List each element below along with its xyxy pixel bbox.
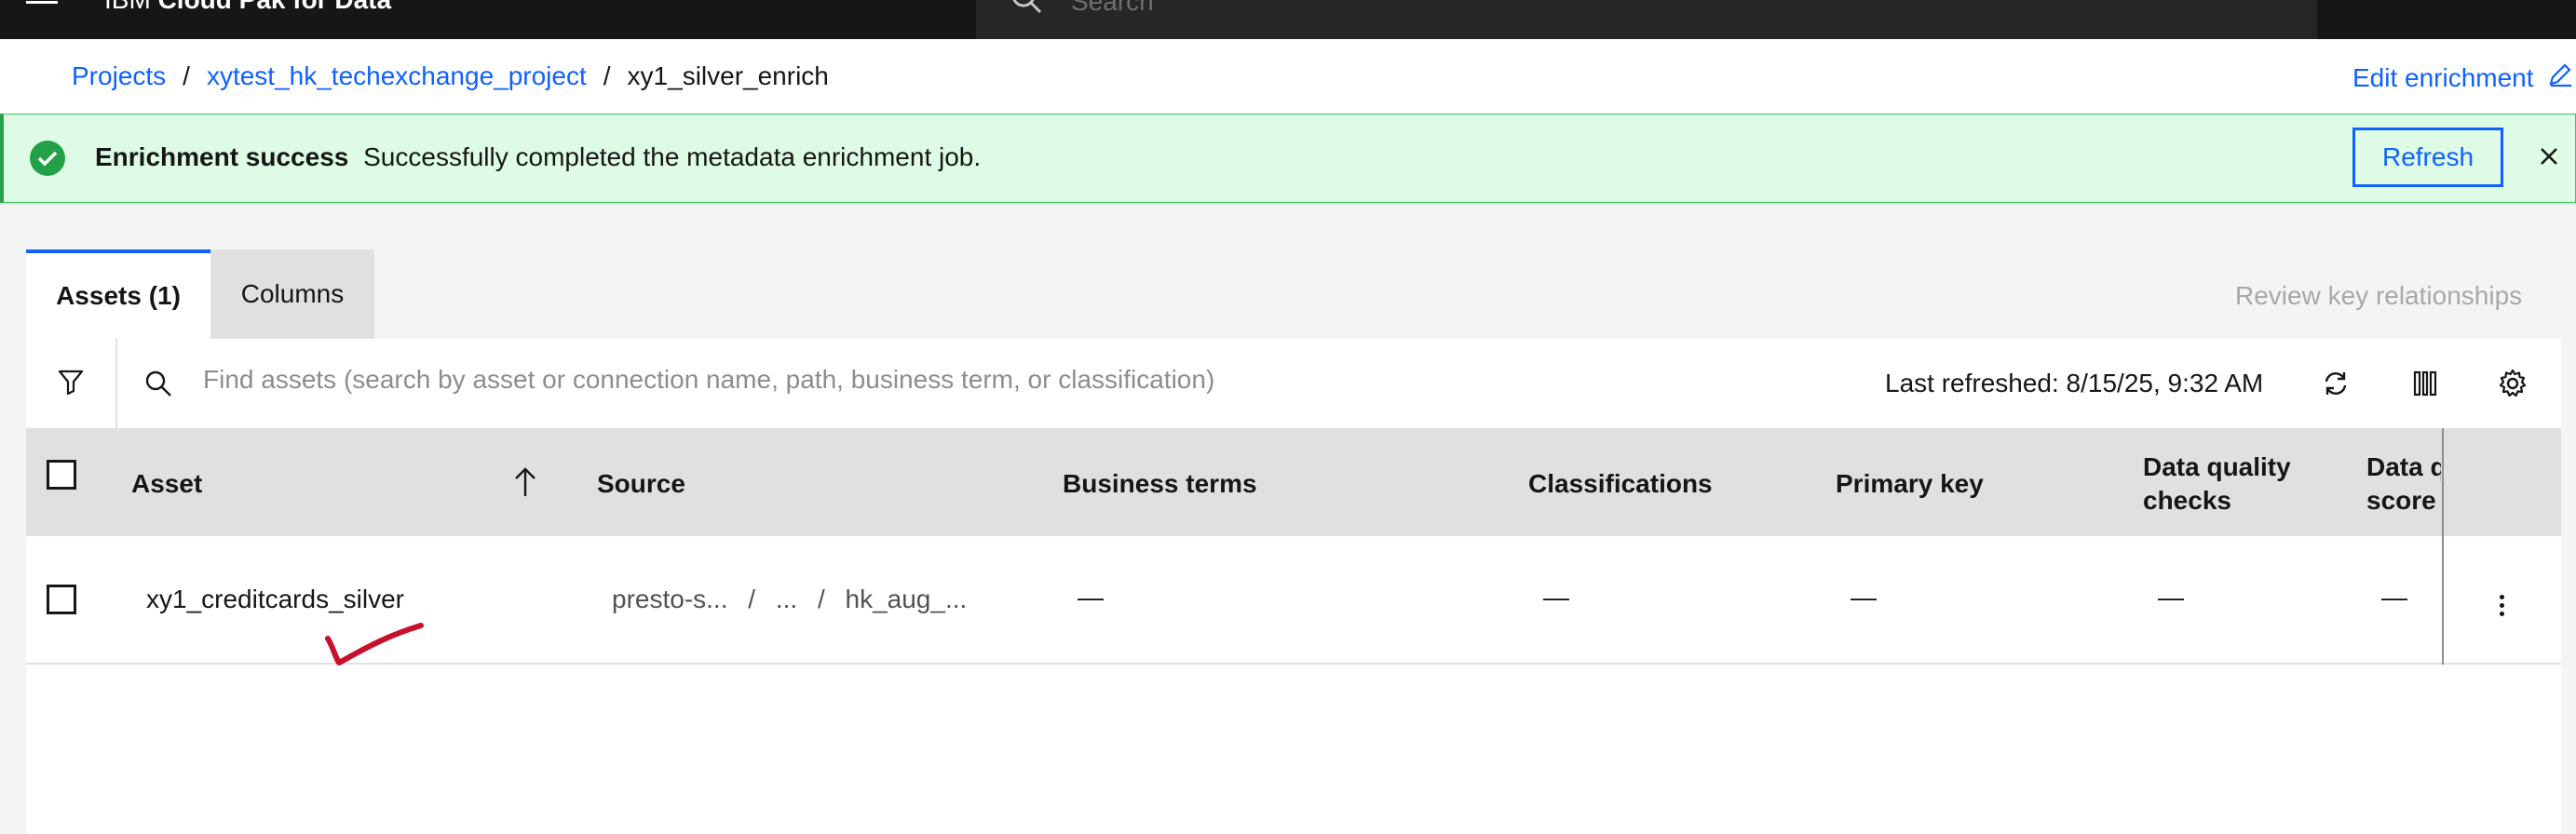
table-header: Asset Source Business terms Classificati… [26, 428, 2561, 536]
notification-title: Enrichment success [95, 142, 349, 171]
asset-search-input[interactable] [203, 365, 1321, 395]
menu-icon[interactable] [26, 0, 60, 7]
sticky-actions-header [2444, 428, 2561, 536]
breadcrumb-projects[interactable]: Projects [72, 61, 166, 91]
overflow-menu-icon[interactable] [2485, 586, 2518, 624]
close-icon[interactable] [2535, 142, 2563, 170]
breadcrumb-current: xy1_silver_enrich [627, 61, 829, 90]
edit-icon [2547, 61, 2573, 94]
source-separator: / [748, 585, 756, 613]
sticky-column-divider [2442, 428, 2444, 665]
column-header-line: Data quality [2143, 452, 2291, 481]
tab-assets[interactable]: Assets (1) [26, 249, 210, 339]
last-refreshed-text: Last refreshed: 8/15/25, 9:32 AM [1885, 369, 2264, 397]
tab-columns[interactable]: Columns [210, 249, 374, 339]
breadcrumb-project[interactable]: xytest_hk_techexchange_project [207, 61, 587, 91]
edit-enrichment-label: Edit enrichment [2352, 62, 2534, 92]
notification-text: Successfully completed the metadata enri… [363, 142, 982, 171]
column-header-line: score [2366, 486, 2436, 515]
success-notification: Enrichment success Successfully complete… [0, 114, 2576, 203]
business-terms-value: — [1078, 583, 1104, 612]
filter-icon [57, 368, 85, 400]
refresh-button[interactable]: Refresh [2352, 128, 2503, 187]
review-key-relationships-link: Review key relationships [2235, 281, 2523, 310]
breadcrumb: Projects / xytest_hk_techexchange_projec… [72, 61, 829, 91]
column-header-line: Data q [2366, 452, 2441, 481]
column-header-dq-score[interactable]: Data q score [2366, 451, 2441, 518]
column-header-asset[interactable]: Asset [131, 467, 202, 501]
breadcrumb-separator: / [183, 61, 190, 90]
asset-name[interactable]: xy1_creditcards_silver [146, 585, 404, 614]
primary-key-value: — [1851, 583, 1877, 612]
asset-search[interactable] [117, 339, 1887, 428]
top-header: IBM Cloud Pak for Data Search [0, 0, 2576, 39]
column-header-source[interactable]: Source [597, 467, 685, 501]
filter-button[interactable] [26, 339, 117, 428]
column-header-primary-key[interactable]: Primary key [1836, 467, 1984, 501]
dq-checks-value: — [2158, 583, 2184, 612]
select-all-checkbox[interactable] [47, 460, 76, 490]
search-icon [1008, 0, 1045, 21]
edit-enrichment-link[interactable]: Edit enrichment [2352, 61, 2573, 94]
breadcrumb-bar: Projects / xytest_hk_techexchange_projec… [0, 39, 2576, 114]
search-icon [143, 369, 173, 403]
table-toolbar: Last refreshed: 8/15/25, 9:32 AM [26, 339, 2561, 428]
brand-prefix: IBM [104, 0, 151, 14]
settings-icon[interactable] [2496, 367, 2529, 400]
source-separator: / [817, 585, 825, 613]
column-header-business-terms[interactable]: Business terms [1063, 467, 1257, 501]
source-path: presto-s... / ... / hk_aug_... [612, 585, 967, 614]
global-search[interactable]: Search [976, 0, 2317, 39]
checkmark-annotation-icon [325, 623, 424, 666]
brand-title[interactable]: IBM Cloud Pak for Data [104, 0, 391, 15]
checkmark-filled-icon [30, 141, 65, 176]
assets-panel: Last refreshed: 8/15/25, 9:32 AM Asset S… [26, 339, 2561, 834]
source-segment: hk_aug_... [845, 585, 968, 613]
row-checkbox[interactable] [47, 585, 76, 614]
refresh-icon[interactable] [2319, 367, 2352, 400]
source-ellipsis-link[interactable]: ... [776, 585, 797, 613]
column-header-line: checks [2143, 486, 2231, 515]
columns-icon[interactable] [2408, 367, 2442, 400]
breadcrumb-separator: / [603, 61, 611, 90]
brand-name: Cloud Pak for Data [158, 0, 391, 14]
classifications-value: — [1543, 583, 1569, 612]
column-header-dq-checks[interactable]: Data quality checks [2143, 451, 2291, 518]
source-segment: presto-s... [612, 585, 728, 613]
global-search-placeholder: Search [1071, 0, 1154, 16]
dq-score-value: — [2381, 583, 2407, 612]
column-header-classifications[interactable]: Classifications [1528, 467, 1713, 501]
sort-ascending-icon[interactable] [512, 465, 538, 504]
notification-message: Enrichment success Successfully complete… [95, 142, 981, 172]
